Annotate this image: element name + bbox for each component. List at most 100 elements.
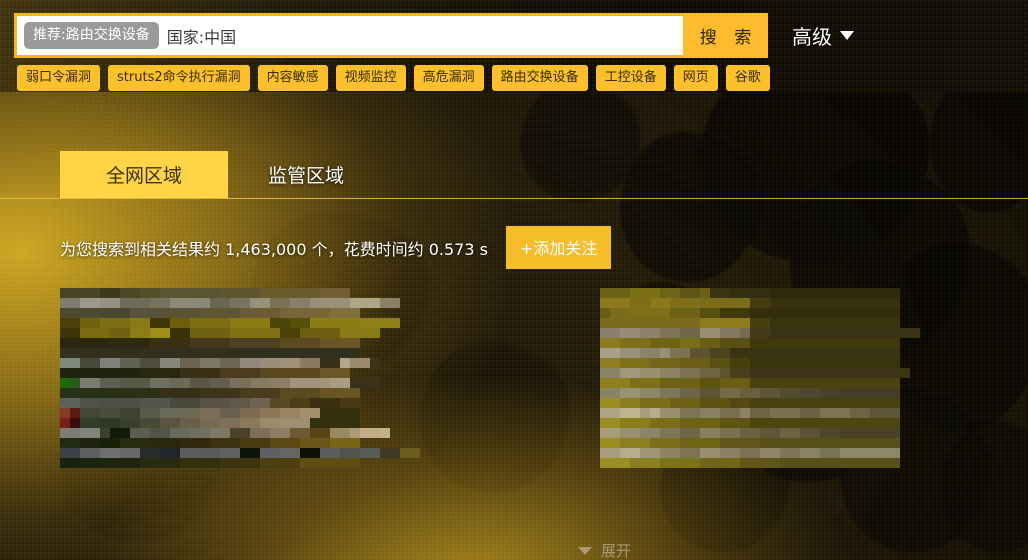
- mosaic-cell: [90, 368, 100, 378]
- mosaic-cell: [710, 348, 720, 358]
- mosaic-cell: [660, 428, 670, 438]
- mosaic-cell: [170, 438, 180, 448]
- mosaic-cell: [750, 328, 760, 338]
- mosaic-cell: [180, 388, 190, 398]
- quick-tag[interactable]: 谷歌: [725, 65, 770, 91]
- mosaic-cell: [280, 378, 290, 388]
- app-root: 推荐:路由交换设备 搜 索 高级 弱口令漏洞 struts2命令执行漏洞内容敏感视…: [0, 0, 1028, 560]
- mosaic-cell: [230, 348, 240, 358]
- mosaic-cell: [600, 338, 610, 348]
- quick-tag[interactable]: 弱口令漏洞: [17, 65, 101, 91]
- add-follow-button[interactable]: +添加关注: [505, 226, 612, 269]
- quick-tag[interactable]: 视频监控: [335, 65, 406, 91]
- mosaic-cell: [140, 328, 150, 338]
- mosaic-cell: [650, 318, 660, 328]
- mosaic-cell: [850, 348, 860, 358]
- mosaic-cell: [640, 298, 650, 308]
- mosaic-cell: [330, 448, 340, 458]
- result-row-censored: [60, 288, 350, 298]
- mosaic-cell: [220, 328, 230, 338]
- mosaic-cell: [140, 418, 150, 428]
- mosaic-cell: [200, 418, 210, 428]
- mosaic-cell: [270, 288, 280, 298]
- mosaic-cell: [270, 388, 280, 398]
- mosaic-cell: [830, 348, 840, 358]
- recommendation-chip[interactable]: 推荐:路由交换设备: [24, 22, 159, 49]
- mosaic-cell: [110, 418, 120, 428]
- mosaic-cell: [220, 398, 230, 408]
- mosaic-cell: [180, 298, 190, 308]
- mosaic-cell: [860, 308, 870, 318]
- mosaic-cell: [60, 318, 70, 328]
- mosaic-cell: [410, 448, 420, 458]
- expand-button[interactable]: 展开: [578, 540, 631, 560]
- mosaic-cell: [80, 408, 90, 418]
- mosaic-cell: [630, 328, 640, 338]
- search-button[interactable]: 搜 索: [683, 13, 768, 58]
- advanced-dropdown[interactable]: 高级: [792, 13, 854, 58]
- mosaic-cell: [230, 448, 240, 458]
- mosaic-cell: [710, 288, 720, 298]
- mosaic-cell: [710, 428, 720, 438]
- mosaic-cell: [160, 328, 170, 338]
- mosaic-cell: [710, 438, 720, 448]
- mosaic-cell: [810, 298, 820, 308]
- mosaic-cell: [670, 288, 680, 298]
- mosaic-cell: [740, 378, 750, 388]
- mosaic-cell: [300, 428, 310, 438]
- quick-tag[interactable]: 内容敏感: [257, 65, 328, 91]
- mosaic-cell: [830, 438, 840, 448]
- mosaic-cell: [360, 318, 370, 328]
- mosaic-cell: [130, 368, 140, 378]
- mosaic-cell: [610, 438, 620, 448]
- result-list-right[interactable]: [600, 288, 920, 468]
- mosaic-cell: [790, 398, 800, 408]
- mosaic-cell: [640, 388, 650, 398]
- quick-tag[interactable]: 网页: [673, 65, 718, 91]
- quick-tag[interactable]: 路由交换设备: [491, 65, 588, 91]
- mosaic-cell: [610, 378, 620, 388]
- mosaic-cell: [290, 458, 300, 468]
- mosaic-cell: [670, 328, 680, 338]
- mosaic-cell: [330, 438, 340, 448]
- mosaic-cell: [100, 358, 110, 368]
- mosaic-cell: [650, 388, 660, 398]
- tab-all-network[interactable]: 全网区域: [60, 151, 228, 198]
- continent-shape: [620, 132, 760, 282]
- mosaic-cell: [720, 428, 730, 438]
- mosaic-cell: [250, 308, 260, 318]
- result-row-censored: [60, 328, 380, 338]
- mosaic-cell: [890, 308, 900, 318]
- mosaic-cell: [260, 378, 270, 388]
- mosaic-cell: [730, 368, 740, 378]
- mosaic-cell: [290, 368, 300, 378]
- mosaic-cell: [110, 388, 120, 398]
- search-input[interactable]: [166, 16, 677, 55]
- mosaic-cell: [310, 328, 320, 338]
- mosaic-cell: [180, 288, 190, 298]
- quick-tag[interactable]: 高危漏洞: [413, 65, 484, 91]
- quick-tag[interactable]: struts2命令执行漏洞: [108, 65, 250, 91]
- result-list-left[interactable]: [60, 288, 420, 468]
- search-box[interactable]: 推荐:路由交换设备: [14, 13, 683, 58]
- mosaic-cell: [720, 328, 730, 338]
- mosaic-cell: [110, 348, 120, 358]
- mosaic-cell: [160, 368, 170, 378]
- mosaic-cell: [210, 388, 220, 398]
- quick-tag[interactable]: 工控设备: [595, 65, 666, 91]
- mosaic-cell: [750, 428, 760, 438]
- mosaic-cell: [120, 418, 130, 428]
- mosaic-cell: [680, 428, 690, 438]
- mosaic-cell: [340, 448, 350, 458]
- mosaic-cell: [290, 338, 300, 348]
- mosaic-cell: [290, 328, 300, 338]
- mosaic-cell: [820, 408, 830, 418]
- mosaic-cell: [220, 418, 230, 428]
- mosaic-cell: [120, 408, 130, 418]
- mosaic-cell: [320, 458, 330, 468]
- mosaic-cell: [780, 408, 790, 418]
- mosaic-cell: [680, 308, 690, 318]
- mosaic-cell: [740, 308, 750, 318]
- mosaic-cell: [280, 408, 290, 418]
- tab-regulated[interactable]: 监管区域: [228, 151, 372, 198]
